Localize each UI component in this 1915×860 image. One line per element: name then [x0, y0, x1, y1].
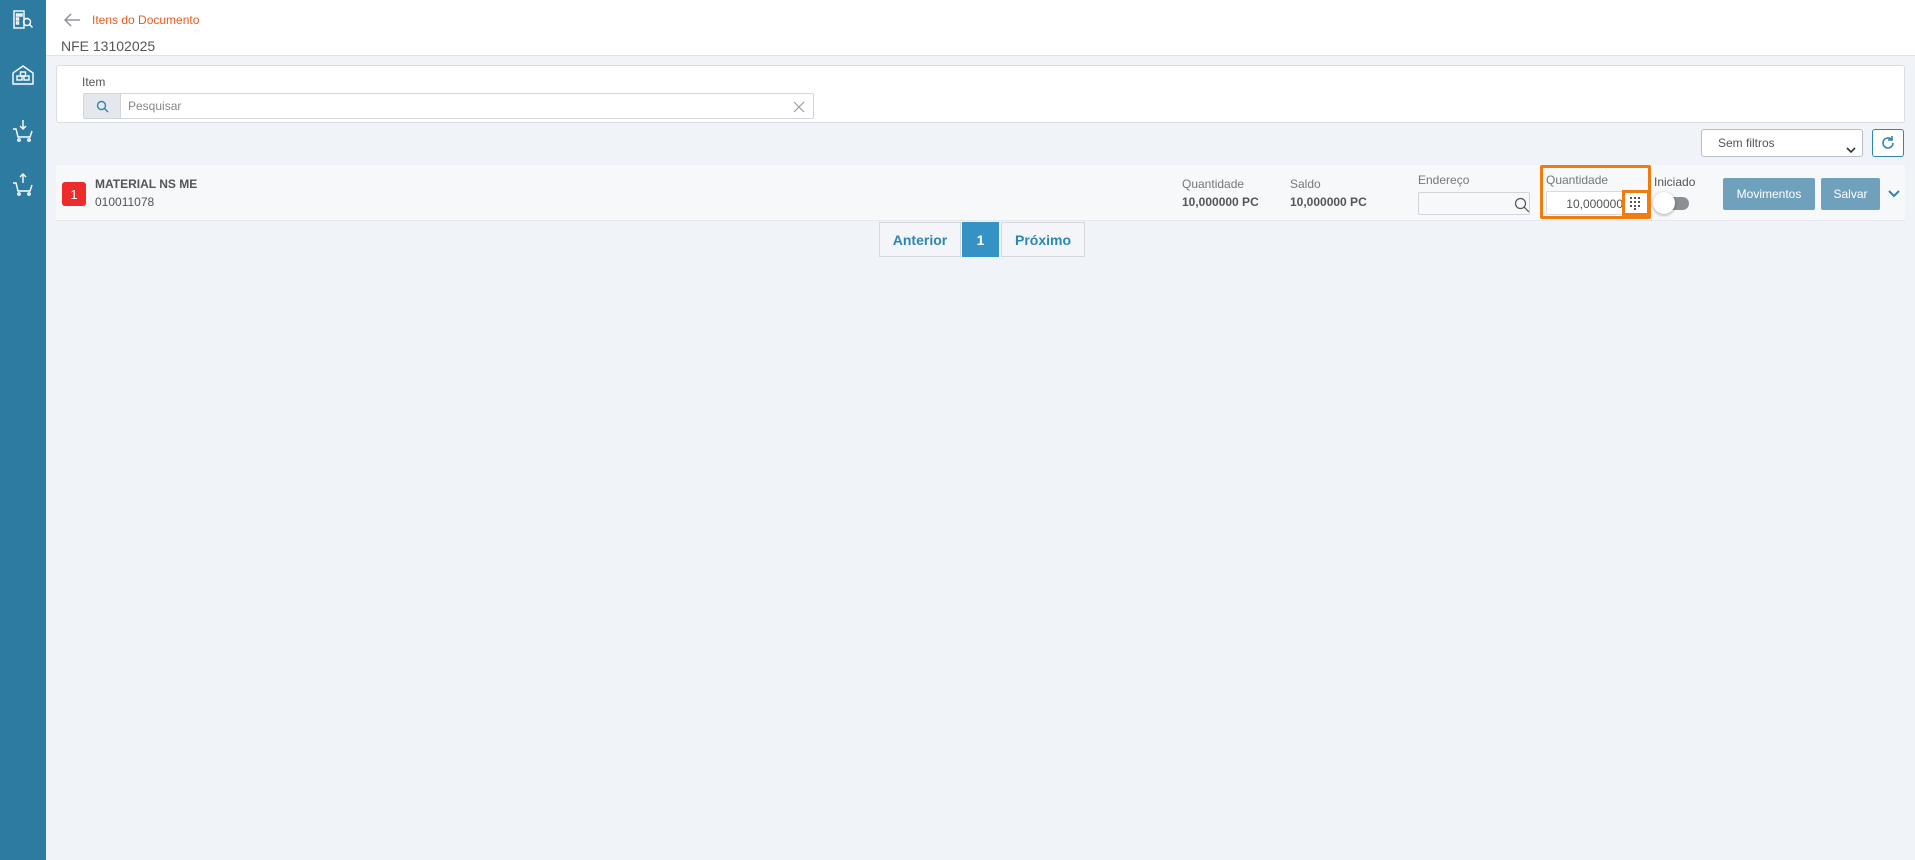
keypad-icon[interactable]: [1622, 190, 1650, 216]
toggle-knob: [1653, 192, 1675, 214]
next-page-button[interactable]: Próximo: [1001, 222, 1085, 257]
quantity-value: 10,000000 PC: [1182, 195, 1259, 209]
sidebar: [0, 0, 46, 860]
page-title: NFE 13102025: [61, 38, 156, 54]
filter-select[interactable]: Sem filtros: [1701, 129, 1863, 157]
item-index-badge: 1: [62, 182, 86, 206]
breadcrumb[interactable]: Itens do Documento: [92, 13, 199, 27]
building-search-icon[interactable]: [11, 8, 35, 32]
warehouse-icon[interactable]: [11, 63, 35, 87]
save-button[interactable]: Salvar: [1821, 178, 1880, 210]
search-panel: Item: [56, 65, 1905, 123]
search-input[interactable]: [128, 97, 768, 115]
filter-select-value: Sem filtros: [1718, 136, 1775, 150]
address-label: Endereço: [1418, 173, 1470, 187]
quantity-label: Quantidade: [1182, 177, 1245, 191]
search-label: Item: [82, 75, 106, 89]
page-header: Itens do Documento NFE 13102025: [46, 0, 1915, 56]
back-arrow-icon[interactable]: [62, 10, 82, 30]
item-code: 010011078: [95, 195, 155, 209]
search-icon[interactable]: [84, 94, 121, 118]
started-toggle[interactable]: [1653, 192, 1693, 214]
basket-up-icon[interactable]: [11, 172, 35, 196]
balance-label: Saldo: [1290, 177, 1321, 191]
chevron-down-icon[interactable]: [1887, 187, 1901, 201]
balance-value: 10,000000 PC: [1290, 195, 1367, 209]
refresh-button[interactable]: [1872, 129, 1904, 157]
search-box: [83, 93, 814, 119]
clear-icon[interactable]: [793, 100, 805, 113]
chevron-down-icon: [1846, 138, 1856, 164]
movements-button[interactable]: Movimentos: [1723, 178, 1815, 210]
address-search-icon[interactable]: [1514, 197, 1530, 213]
item-name: MATERIAL NS ME: [95, 177, 198, 191]
started-label: Iniciado: [1654, 175, 1696, 189]
refresh-icon: [1882, 136, 1894, 149]
current-page-button[interactable]: 1: [962, 222, 999, 257]
previous-page-button[interactable]: Anterior: [879, 222, 961, 257]
basket-down-icon[interactable]: [11, 118, 35, 142]
